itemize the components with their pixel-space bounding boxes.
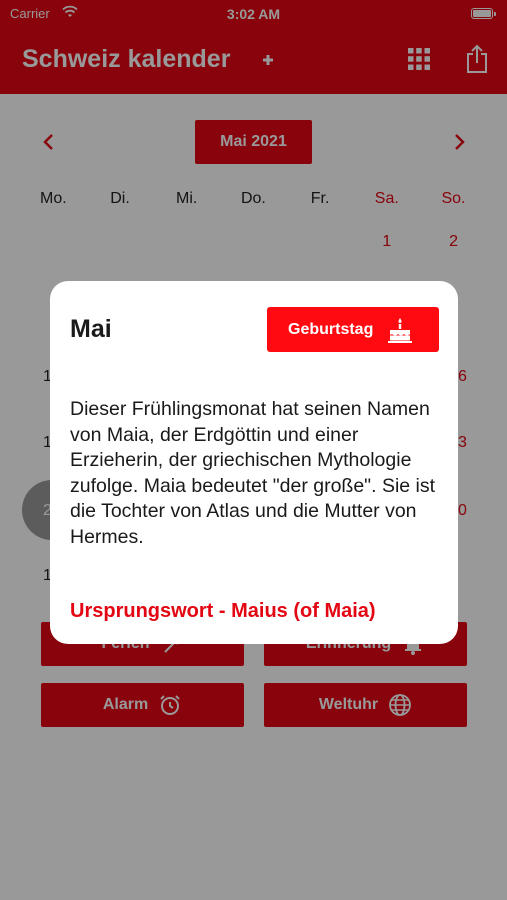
birthday-button[interactable]: Geburtstag [267,307,439,352]
birthday-button-label: Geburtstag [288,320,374,338]
dialog-description: Dieser Frühlingsmonat hat seinen Namen v… [70,398,436,548]
cake-icon [388,317,413,343]
month-info-dialog: Mai Geburtstag Dieser Frühlingsmonat hat… [50,281,458,644]
dialog-title: Mai [70,315,112,343]
word-origin: Ursprungswort - Maius (of Maia) [70,600,376,622]
